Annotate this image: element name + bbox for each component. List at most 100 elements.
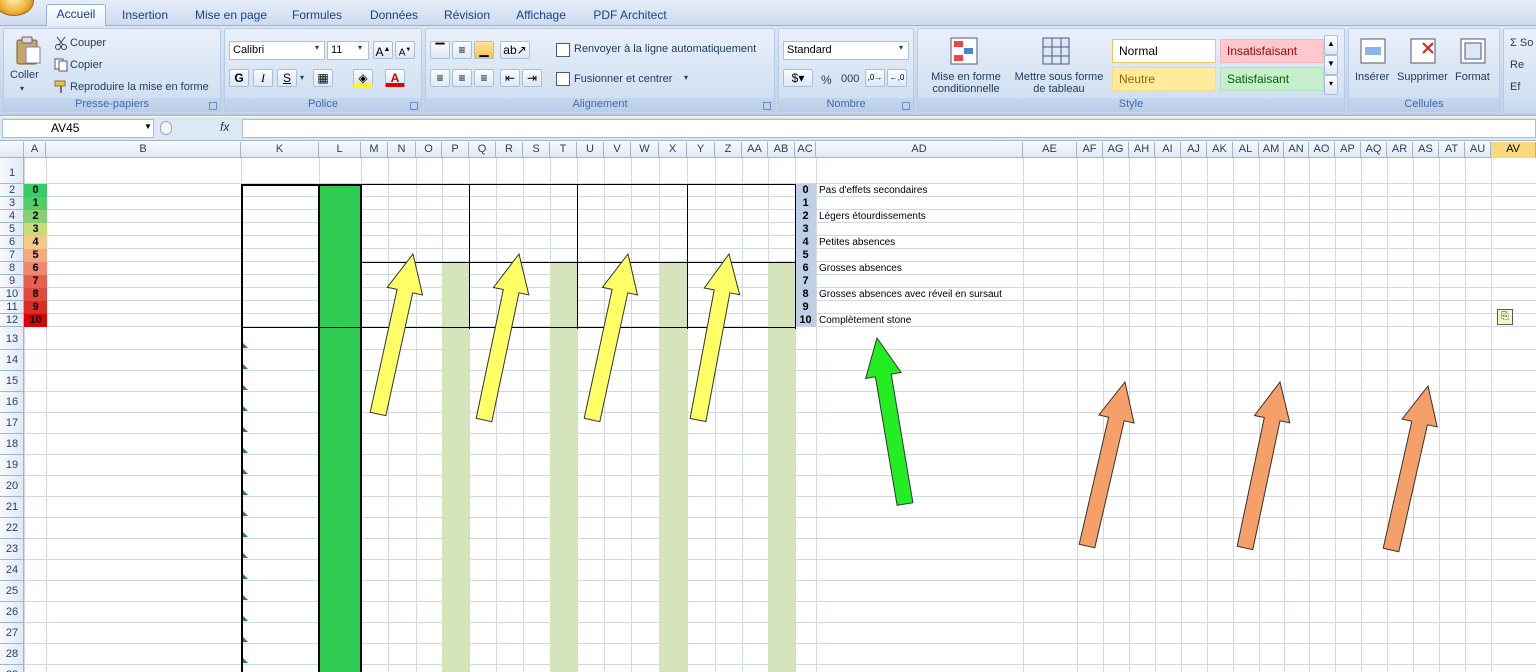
column-header-aq[interactable]: AQ	[1361, 142, 1387, 158]
row-header-28[interactable]: 28	[0, 644, 24, 665]
row-header-25[interactable]: 25	[0, 581, 24, 602]
select-all-corner[interactable]	[0, 142, 24, 158]
paste-icon[interactable]	[14, 35, 42, 65]
column-header-l[interactable]: L	[319, 142, 361, 158]
column-header-al[interactable]: AL	[1233, 142, 1259, 158]
row-header-13[interactable]: 13	[0, 329, 24, 350]
row-header-12[interactable]: 12	[0, 314, 24, 327]
column-header-n[interactable]: N	[388, 142, 416, 158]
font-size-select[interactable]: 11	[327, 41, 369, 60]
tab-revision[interactable]: Révision	[436, 6, 498, 26]
fill-color-icon[interactable]: ◈	[353, 69, 373, 87]
row-header-1[interactable]: 1	[0, 158, 24, 184]
styles-scroll-up-icon[interactable]: ▲	[1324, 35, 1338, 55]
align-middle-icon[interactable]: ≡	[452, 41, 472, 59]
alignment-launcher-icon[interactable]	[763, 102, 771, 110]
column-header-ah[interactable]: AH	[1129, 142, 1155, 158]
align-center-icon[interactable]: ≡	[452, 69, 472, 87]
column-header-w[interactable]: W	[631, 142, 659, 158]
column-header-a[interactable]: A	[24, 142, 46, 158]
merge-center-button[interactable]: Fusionner et centrer	[574, 73, 672, 85]
font-name-dropdown-icon[interactable]: ▾	[315, 43, 319, 52]
row-header-11[interactable]: 11	[0, 301, 24, 314]
tab-accueil[interactable]: Accueil	[46, 4, 106, 26]
row-header-9[interactable]: 9	[0, 275, 24, 288]
name-box-dropdown-icon[interactable]: ▼	[144, 122, 152, 131]
row-header-27[interactable]: 27	[0, 623, 24, 644]
increase-decimal-icon[interactable]: ,0→	[865, 69, 885, 87]
column-header-ao[interactable]: AO	[1309, 142, 1335, 158]
decrease-decimal-icon[interactable]: ←,0	[887, 69, 907, 87]
column-header-aj[interactable]: AJ	[1181, 142, 1207, 158]
column-header-ar[interactable]: AR	[1387, 142, 1413, 158]
column-header-am[interactable]: AM	[1259, 142, 1284, 158]
row-header-10[interactable]: 10	[0, 288, 24, 301]
formula-input[interactable]	[242, 119, 1536, 138]
align-bottom-icon[interactable]: ▁	[474, 41, 494, 59]
column-header-o[interactable]: O	[416, 142, 442, 158]
formula-bar-handle-icon[interactable]	[160, 121, 172, 135]
fill-button[interactable]: Re	[1510, 59, 1524, 71]
name-box[interactable]: AV45	[2, 119, 154, 138]
column-header-x[interactable]: X	[659, 142, 687, 158]
style-bad[interactable]: Insatisfaisant	[1220, 39, 1324, 63]
row-header-23[interactable]: 23	[0, 539, 24, 560]
wrap-text-button[interactable]: Renvoyer à la ligne automatiquement	[574, 43, 756, 55]
paste-button[interactable]: Coller	[10, 69, 39, 81]
autosum-button[interactable]: Σ So	[1510, 37, 1533, 49]
number-launcher-icon[interactable]	[902, 102, 910, 110]
row-header-29[interactable]: 29	[0, 665, 24, 672]
align-top-icon[interactable]: ▔	[430, 41, 450, 59]
tab-pdf-architect[interactable]: PDF Architect	[586, 6, 674, 26]
decrease-indent-icon[interactable]: ⇤	[500, 69, 520, 87]
underline-button[interactable]: S	[277, 69, 297, 87]
thousands-button[interactable]: 000	[841, 73, 859, 85]
column-header-at[interactable]: AT	[1439, 142, 1465, 158]
column-header-z[interactable]: Z	[715, 142, 742, 158]
tab-donnees[interactable]: Données	[362, 6, 426, 26]
column-header-ad[interactable]: AD	[816, 142, 1023, 158]
row-header-3[interactable]: 3	[0, 197, 24, 210]
column-header-af[interactable]: AF	[1077, 142, 1103, 158]
column-header-ab[interactable]: AB	[768, 142, 795, 158]
style-normal[interactable]: Normal	[1112, 39, 1216, 63]
font-color-icon[interactable]: A	[385, 69, 405, 87]
column-header-ac[interactable]: AC	[795, 142, 816, 158]
row-header-8[interactable]: 8	[0, 262, 24, 275]
worksheet-grid[interactable]: 0 0 Pas d'effets secondaires 1 1 2 2 Légers éto…	[24, 158, 1536, 672]
column-header-s[interactable]: S	[523, 142, 550, 158]
row-header-4[interactable]: 4	[0, 210, 24, 223]
row-header-19[interactable]: 19	[0, 455, 24, 476]
row-header-16[interactable]: 16	[0, 392, 24, 413]
format-cells-button[interactable]: Format	[1455, 71, 1490, 83]
paste-dropdown-icon[interactable]: ▾	[20, 84, 24, 93]
column-header-q[interactable]: Q	[469, 142, 496, 158]
column-header-p[interactable]: P	[442, 142, 469, 158]
column-header-an[interactable]: AN	[1284, 142, 1309, 158]
row-header-21[interactable]: 21	[0, 497, 24, 518]
row-header-20[interactable]: 20	[0, 476, 24, 497]
tab-insertion[interactable]: Insertion	[114, 6, 176, 26]
percent-button[interactable]: %	[821, 73, 832, 87]
column-header-t[interactable]: T	[550, 142, 577, 158]
orientation-icon[interactable]: ab↗	[500, 41, 530, 59]
style-neutral[interactable]: Neutre	[1112, 67, 1216, 91]
row-header-2[interactable]: 2	[0, 184, 24, 197]
office-button[interactable]	[0, 0, 34, 16]
currency-icon[interactable]: $▾	[783, 69, 813, 87]
shrink-font-icon[interactable]: A▼	[395, 41, 415, 59]
column-header-av[interactable]: AV	[1491, 142, 1536, 158]
styles-more-icon[interactable]: ▾	[1324, 75, 1338, 95]
insert-cells-button[interactable]: Insérer	[1355, 71, 1389, 83]
merge-dropdown-icon[interactable]: ▾	[684, 73, 688, 82]
column-header-b[interactable]: B	[46, 142, 241, 158]
column-header-au[interactable]: AU	[1465, 142, 1491, 158]
clear-button[interactable]: Ef	[1510, 81, 1520, 93]
font-launcher-icon[interactable]	[410, 102, 418, 110]
insert-function-icon[interactable]: fx	[220, 120, 229, 134]
row-header-26[interactable]: 26	[0, 602, 24, 623]
row-header-22[interactable]: 22	[0, 518, 24, 539]
delete-cells-button[interactable]: Supprimer	[1397, 71, 1448, 83]
row-header-18[interactable]: 18	[0, 434, 24, 455]
font-size-dropdown-icon[interactable]: ▾	[358, 43, 362, 52]
